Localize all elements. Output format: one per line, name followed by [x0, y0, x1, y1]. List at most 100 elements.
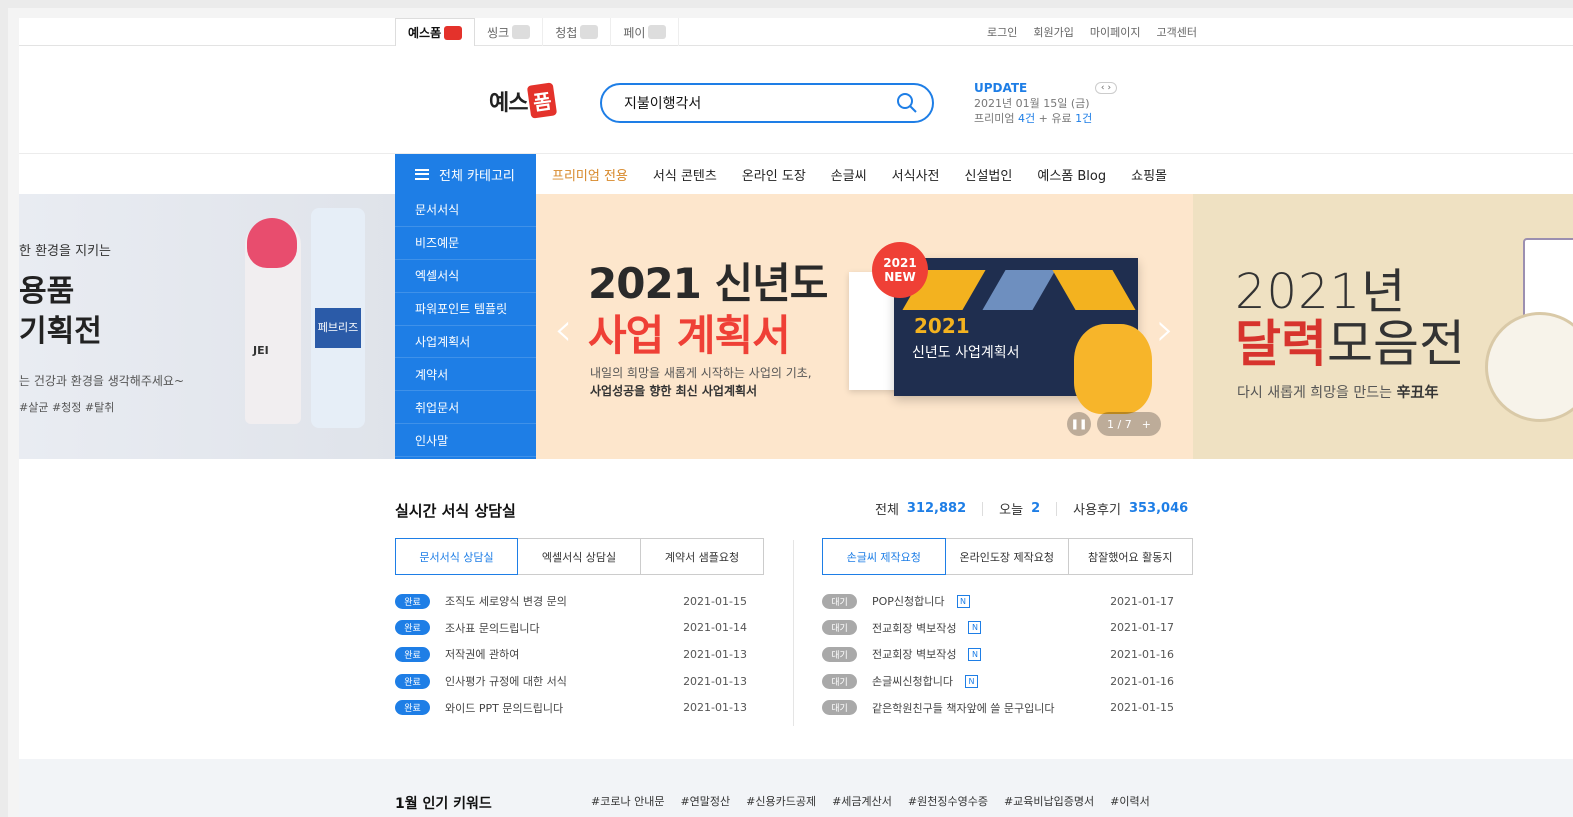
list-item[interactable]: 대기 같은학원친구들 책자앞에 쓸 문구입니다 2021-01-15: [822, 694, 1174, 721]
status-badge: 완료: [395, 673, 430, 689]
tab-handwriting-request[interactable]: 손글씨 제작요청: [822, 538, 946, 575]
site-tab-label: 씽크: [487, 25, 510, 40]
keyword-link[interactable]: #연말정산: [680, 793, 730, 809]
stat-total-label: 전체: [875, 503, 899, 518]
nav-form-dictionary[interactable]: 서식사전: [892, 165, 940, 184]
list-item-title-text: POP신청합니다: [872, 595, 945, 609]
keyword-link[interactable]: #원천징수영수증: [908, 793, 988, 809]
list-item-title[interactable]: 같은학원친구들 책자앞에 쓸 문구입니다: [872, 700, 1098, 716]
keyword-section: 1월 인기 키워드 #코로나 안내문 #연말정산 #신용카드공제 #세금계산서 …: [19, 759, 1573, 817]
category-item-document[interactable]: 문서서식: [395, 194, 536, 227]
nav-premium[interactable]: 프리미엄 전용: [552, 165, 628, 184]
ox-mascot-image: [1074, 324, 1152, 414]
chevron-right-icon[interactable]: ›: [1108, 83, 1112, 93]
pay-mini-logo-icon: [648, 25, 667, 39]
tab-stamp-request[interactable]: 온라인도장 제작요청: [945, 538, 1069, 575]
category-item-ppt[interactable]: 파워포인트 템플릿: [395, 293, 536, 326]
stat-review-value: 353,046: [1128, 501, 1189, 516]
status-badge: 대기: [822, 646, 857, 662]
chevron-left-icon[interactable]: ‹: [1101, 83, 1105, 93]
list-item-date: 2021-01-16: [1110, 647, 1174, 661]
slide-prev-icon[interactable]: ‹: [554, 302, 572, 356]
list-item[interactable]: 대기 손글씨신청합니다 N 2021-01-16: [822, 668, 1174, 695]
pause-icon[interactable]: ❚❚: [1067, 412, 1091, 436]
site-tab-label: 페이: [623, 25, 646, 40]
keyword-link[interactable]: #신용카드공제: [746, 793, 816, 809]
search-icon[interactable]: [896, 92, 918, 114]
list-item-title[interactable]: 저작권에 관하여: [445, 646, 671, 662]
header: 예스 폼 UPDATE 2021년 01월 15일 (금) 프리미엄 4건 + …: [19, 46, 1573, 154]
consult-right-tabs: 손글씨 제작요청 온라인도장 제작요청 참잘했어요 활동지: [822, 538, 1193, 575]
list-item-title-text: 손글씨신청합니다: [872, 675, 953, 689]
customer-center-link[interactable]: 고객센터: [1156, 24, 1196, 40]
site-tab-pay[interactable]: 페이: [611, 18, 680, 46]
tab-activity-sheet[interactable]: 참잘했어요 활동지: [1069, 538, 1193, 575]
update-arrows[interactable]: ‹ ›: [1095, 82, 1117, 94]
search-input[interactable]: [624, 95, 896, 111]
keyword-link[interactable]: #코로나 안내문: [591, 793, 664, 809]
banner-right-sub-bold: 辛丑年: [1396, 385, 1439, 401]
list-item-title[interactable]: 전교회장 벽보작성 N: [872, 620, 1098, 636]
list-item[interactable]: 완료 저작권에 관하여 2021-01-13: [395, 641, 747, 668]
banner-left-slide[interactable]: 한 환경을 지키는 용품 기획전 는 건강과 환경을 생각해주세요~ #살균 #…: [19, 194, 395, 459]
banner-right-slide[interactable]: 2021년 달력모음전 다시 새롭게 희망을 만드는 辛丑年: [1193, 194, 1573, 459]
tab-excel-consult[interactable]: 엑셀서식 상담실: [518, 538, 641, 575]
list-item-title[interactable]: 조직도 세로양식 변경 문의: [445, 593, 671, 609]
all-category-button[interactable]: 전체 카테고리: [395, 154, 536, 194]
category-item-business-plan[interactable]: 사업계획서: [395, 326, 536, 359]
list-item[interactable]: 대기 전교회장 벽보작성 N 2021-01-16: [822, 641, 1174, 668]
category-item-biz[interactable]: 비즈예문: [395, 227, 536, 260]
site-tab-invitation[interactable]: 청첩: [543, 18, 612, 46]
site-tab-think[interactable]: 씽크: [475, 18, 544, 46]
util-links: 로그인 회원가입 마이페이지 고객센터: [987, 18, 1197, 46]
tab-contract-sample[interactable]: 계약서 샘플요청: [641, 538, 764, 575]
list-item[interactable]: 완료 인사평가 규정에 대한 서식 2021-01-13: [395, 668, 747, 695]
list-item-date: 2021-01-16: [1110, 674, 1174, 688]
list-item-date: 2021-01-13: [683, 701, 747, 715]
nav-handwriting[interactable]: 손글씨: [831, 165, 867, 184]
keyword-link[interactable]: #세금계산서: [832, 793, 892, 809]
badge-year: 2021: [883, 256, 917, 270]
top-utility-bar: 예스폼 씽크 청첩 페이 로그인 회원가입 마이페이지 고객센터: [19, 18, 1573, 46]
nav-shopping[interactable]: 쇼핑몰: [1131, 165, 1167, 184]
update-date: 2021년 01월 15일 (금): [974, 97, 1090, 110]
category-item-contract[interactable]: 계약서: [395, 358, 536, 392]
list-item-title-text: 같은학원친구들 책자앞에 쓸 문구입니다: [872, 701, 1055, 715]
slide-next-icon[interactable]: ›: [1156, 302, 1174, 356]
list-item-title[interactable]: 인사평가 규정에 대한 서식: [445, 673, 671, 689]
list-item[interactable]: 완료 조직도 세로양식 변경 문의 2021-01-15: [395, 588, 747, 615]
update-label: UPDATE: [974, 81, 1028, 95]
nav-online-stamp[interactable]: 온라인 도장: [742, 165, 806, 184]
list-item-date: 2021-01-17: [1110, 621, 1174, 635]
login-link[interactable]: 로그인: [987, 24, 1017, 40]
category-item-excel[interactable]: 엑셀서식: [395, 260, 536, 293]
list-item-title[interactable]: 전교회장 벽보작성 N: [872, 646, 1098, 662]
list-item-title-text: 전교회장 벽보작성: [872, 648, 957, 662]
keyword-link[interactable]: #교육비납입증명서: [1004, 793, 1094, 809]
list-item[interactable]: 완료 와이드 PPT 문의드립니다 2021-01-13: [395, 694, 747, 721]
plus-icon[interactable]: +: [1142, 418, 1151, 431]
tab-document-consult[interactable]: 문서서식 상담실: [395, 538, 518, 575]
list-item-title[interactable]: POP신청합니다 N: [872, 593, 1098, 609]
list-item[interactable]: 대기 POP신청합니다 N 2021-01-17: [822, 588, 1174, 615]
nav-form-contents[interactable]: 서식 콘텐츠: [653, 165, 717, 184]
new-badge-icon: N: [968, 621, 982, 635]
list-item-title[interactable]: 조사표 문의드립니다: [445, 620, 671, 636]
keyword-link[interactable]: #이력서: [1110, 793, 1150, 809]
nav-blog[interactable]: 예스폼 Blog: [1037, 165, 1106, 184]
signup-link[interactable]: 회원가입: [1033, 24, 1073, 40]
logo-text-1: 예스: [489, 90, 528, 116]
list-item-date: 2021-01-13: [683, 647, 747, 661]
banner-center-slide[interactable]: 2021 신년도 사업 계획서 내일의 희망을 새롭게 시작하는 사업의 기초,…: [536, 194, 1193, 459]
site-logo[interactable]: 예스 폼: [489, 82, 559, 119]
mypage-link[interactable]: 마이페이지: [1090, 24, 1141, 40]
list-item-title[interactable]: 와이드 PPT 문의드립니다: [445, 700, 671, 716]
site-tab-yesform[interactable]: 예스폼: [395, 18, 476, 46]
list-item-title[interactable]: 손글씨신청합니다 N: [872, 673, 1098, 689]
list-item[interactable]: 완료 조사표 문의드립니다 2021-01-14: [395, 615, 747, 642]
category-item-greeting[interactable]: 인사말: [395, 424, 536, 458]
list-item[interactable]: 대기 전교회장 벽보작성 N 2021-01-17: [822, 615, 1174, 642]
category-item-job[interactable]: 취업문서: [395, 391, 536, 425]
nav-new-corporation[interactable]: 신설법인: [965, 165, 1013, 184]
new-badge-icon: N: [956, 594, 970, 608]
